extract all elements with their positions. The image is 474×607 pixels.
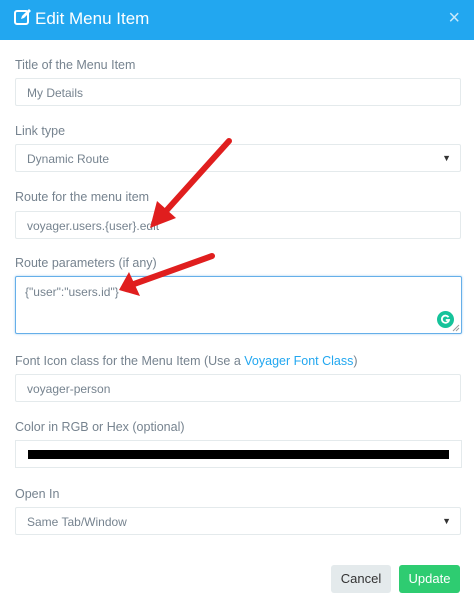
open-in-value: Same Tab/Window bbox=[27, 515, 127, 529]
open-in-select[interactable]: Same Tab/Window ▼ bbox=[15, 507, 461, 535]
chevron-down-icon: ▼ bbox=[442, 516, 451, 526]
link-type-value: Dynamic Route bbox=[27, 152, 110, 166]
icon-class-value: voyager-person bbox=[27, 382, 111, 396]
icon-class-label-prefix: Font Icon class for the Menu Item (Use a bbox=[15, 354, 245, 368]
update-button[interactable]: Update bbox=[399, 565, 460, 593]
link-type-select[interactable]: Dynamic Route ▼ bbox=[15, 144, 461, 172]
icon-class-label: Font Icon class for the Menu Item (Use a… bbox=[15, 354, 358, 368]
color-label: Color in RGB or Hex (optional) bbox=[15, 420, 185, 434]
modal-title: Edit Menu Item bbox=[35, 9, 150, 28]
cancel-button[interactable]: Cancel bbox=[331, 565, 391, 593]
edit-icon bbox=[14, 9, 31, 25]
voyager-font-class-link[interactable]: Voyager Font Class bbox=[244, 354, 353, 368]
close-icon[interactable]: × bbox=[448, 8, 460, 28]
resize-handle-icon[interactable] bbox=[452, 324, 460, 332]
chevron-down-icon: ▼ bbox=[442, 153, 451, 163]
color-input[interactable] bbox=[15, 440, 462, 468]
open-in-label: Open In bbox=[15, 487, 60, 501]
modal-header: Edit Menu Item × bbox=[0, 0, 474, 40]
route-label: Route for the menu item bbox=[15, 190, 150, 204]
params-textarea[interactable]: {"user":"users.id"} bbox=[15, 276, 462, 334]
color-swatch bbox=[28, 450, 449, 459]
title-label: Title of the Menu Item bbox=[15, 58, 136, 72]
route-input[interactable]: voyager.users.{user}.edit bbox=[15, 211, 461, 239]
params-textarea-value: {"user":"users.id"} bbox=[25, 285, 119, 299]
title-input-value: My Details bbox=[27, 86, 84, 100]
route-input-value: voyager.users.{user}.edit bbox=[27, 219, 160, 233]
link-type-label: Link type bbox=[15, 124, 66, 138]
params-label: Route parameters (if any) bbox=[15, 256, 157, 270]
icon-class-label-suffix: ) bbox=[353, 354, 358, 368]
title-input[interactable]: My Details bbox=[15, 78, 461, 106]
icon-class-input[interactable]: voyager-person bbox=[15, 374, 461, 402]
